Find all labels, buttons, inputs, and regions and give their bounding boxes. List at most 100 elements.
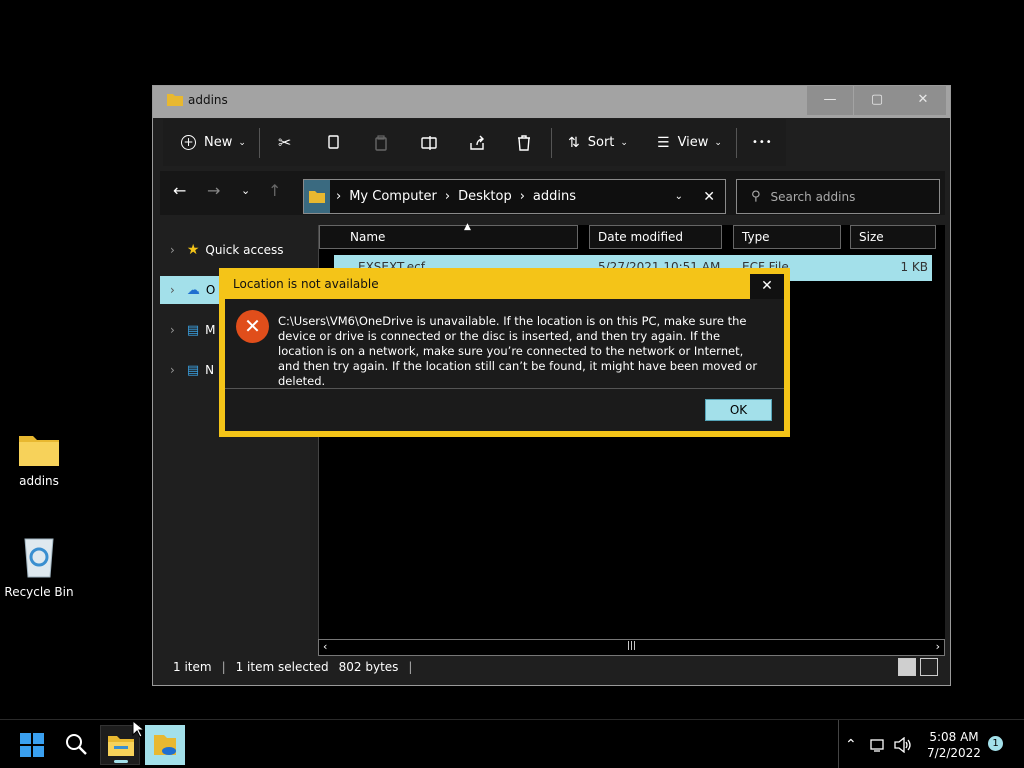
ok-button[interactable]: OK — [705, 399, 772, 421]
share-icon — [470, 135, 484, 150]
plus-circle-icon: + — [181, 135, 196, 150]
chevron-right-icon: › — [444, 189, 451, 204]
window-title: addins — [188, 93, 228, 107]
status-bar: 1 item | 1 item selected 802 bytes | — [173, 660, 412, 674]
details-view-icon[interactable] — [898, 658, 916, 676]
scissors-icon: ✂ — [278, 133, 292, 152]
status-divider: | — [221, 660, 226, 674]
chevron-right-icon: › — [170, 283, 175, 297]
column-header-label: Size — [859, 230, 884, 244]
up-arrow-icon[interactable]: ↑ — [268, 181, 281, 200]
sidebar-item-quick-access[interactable]: › ★ Quick access — [160, 236, 318, 264]
forward-arrow-icon[interactable]: → — [207, 181, 220, 200]
error-icon: ✕ — [236, 310, 269, 343]
navigation-bar: ← → ⌄ ↑ › My Computer › Desktop › addins… — [160, 171, 945, 215]
column-header-label: Name — [350, 230, 386, 244]
horizontal-scrollbar[interactable]: ‹ ||| › — [318, 639, 945, 656]
cloud-icon: ☁ — [186, 282, 200, 298]
minimize-button[interactable]: — — [807, 86, 853, 115]
address-dropdown-icon[interactable]: ⌄ — [675, 191, 683, 202]
mouse-cursor-icon — [132, 720, 144, 738]
computer-icon: ▤ — [186, 322, 200, 338]
notification-badge[interactable]: 1 — [988, 736, 1003, 751]
chevron-right-icon: › — [170, 323, 175, 337]
back-arrow-icon[interactable]: ← — [173, 181, 186, 200]
maximize-button[interactable]: ▢ — [854, 86, 900, 115]
chevron-right-icon: › — [170, 363, 175, 377]
search-icon: ⚲ — [751, 189, 761, 204]
speaker-icon — [894, 736, 911, 753]
scrollbar-thumb[interactable]: ||| — [627, 641, 636, 651]
chevron-down-icon: ⌄ — [238, 137, 246, 148]
scroll-left-icon[interactable]: ‹ — [323, 640, 327, 653]
breadcrumb-addins[interactable]: addins — [533, 189, 576, 204]
windows-logo-icon — [20, 733, 44, 757]
folder-icon — [167, 94, 183, 106]
file-explorer-icon — [108, 736, 134, 756]
close-button[interactable]: ✕ — [900, 86, 946, 115]
scroll-right-icon[interactable]: › — [936, 640, 940, 653]
clear-address-icon[interactable]: ✕ — [703, 189, 715, 205]
column-header-date[interactable]: Date modified — [589, 225, 722, 249]
column-header-label: Date modified — [598, 230, 684, 244]
column-header-size[interactable]: Size — [850, 225, 936, 249]
copy-button[interactable] — [326, 119, 340, 166]
paste-button[interactable] — [374, 119, 388, 166]
sidebar-item-label: Quick access — [205, 243, 284, 257]
dialog-close-button[interactable]: ✕ — [750, 274, 784, 299]
view-label: View — [677, 135, 709, 150]
chevron-up-icon: ⌃ — [845, 736, 857, 753]
sidebar-item-label: M — [205, 323, 216, 337]
dialog-title-bar[interactable]: Location is not available — [225, 274, 784, 299]
column-header-type[interactable]: Type — [733, 225, 841, 249]
taskbar-app[interactable] — [145, 725, 185, 765]
share-button[interactable] — [469, 119, 485, 166]
command-bar: + New ⌄ ✂ ⇅ Sort ⌄ ☰ View ⌄ ••• — [163, 119, 786, 166]
large-icons-view-icon[interactable] — [920, 658, 938, 676]
new-button[interactable]: + New ⌄ — [181, 119, 246, 166]
view-button[interactable]: ☰ View ⌄ — [657, 119, 722, 166]
delete-button[interactable] — [517, 119, 531, 166]
clock[interactable]: 5:08 AM 7/2/2022 — [918, 729, 990, 761]
cut-button[interactable]: ✂ — [278, 119, 291, 166]
search-input[interactable]: Search addins — [771, 190, 856, 204]
toolbar-divider — [551, 128, 552, 158]
rename-icon — [421, 135, 437, 150]
clock-date: 7/2/2022 — [927, 746, 981, 760]
address-bar[interactable]: › My Computer › Desktop › addins ⌄ ✕ — [303, 179, 726, 214]
file-size: 1 KB — [900, 260, 928, 274]
title-bar[interactable]: addins — ▢ ✕ — [153, 86, 950, 118]
start-button[interactable] — [20, 733, 44, 757]
desktop-icon-addins[interactable]: addins — [0, 432, 78, 488]
status-item-count: 1 item — [173, 660, 212, 674]
column-header-name[interactable]: Name ▲ — [319, 222, 578, 249]
status-bytes: 802 bytes — [338, 660, 399, 674]
show-hidden-icons-button[interactable]: ⌃ — [838, 720, 863, 768]
desktop-icon-recycle-bin[interactable]: Recycle Bin — [0, 535, 78, 599]
breadcrumb-my-computer[interactable]: My Computer — [349, 189, 437, 204]
volume-tray-button[interactable] — [894, 720, 912, 768]
paste-icon — [375, 134, 387, 151]
chevron-right-icon: › — [170, 243, 175, 257]
search-button[interactable] — [64, 732, 88, 760]
toolbar-divider — [259, 128, 260, 158]
breadcrumb-desktop[interactable]: Desktop — [458, 189, 512, 204]
folder-icon — [304, 180, 330, 213]
chevron-right-icon: › — [336, 189, 342, 204]
chevron-right-icon: › — [519, 189, 525, 204]
sort-up-icon: ▲ — [464, 222, 471, 232]
status-selected: 1 item selected — [235, 660, 329, 674]
network-icon — [870, 738, 884, 752]
recent-locations-chevron-icon[interactable]: ⌄ — [241, 184, 250, 197]
search-box[interactable]: ⚲ Search addins — [736, 179, 940, 214]
sort-label: Sort — [587, 135, 615, 150]
more-options-button[interactable]: ••• — [752, 119, 773, 166]
network-tray-button[interactable] — [870, 720, 888, 768]
rename-button[interactable] — [421, 119, 439, 166]
error-dialog: Location is not available ✕ ✕ C:\Users\V… — [219, 268, 790, 437]
status-divider: | — [408, 660, 413, 674]
chevron-down-icon: ⌄ — [714, 137, 722, 148]
desktop-icon-label: Recycle Bin — [4, 585, 74, 599]
sidebar-item-label: N — [205, 363, 215, 377]
sort-button[interactable]: ⇅ Sort ⌄ — [568, 119, 628, 166]
